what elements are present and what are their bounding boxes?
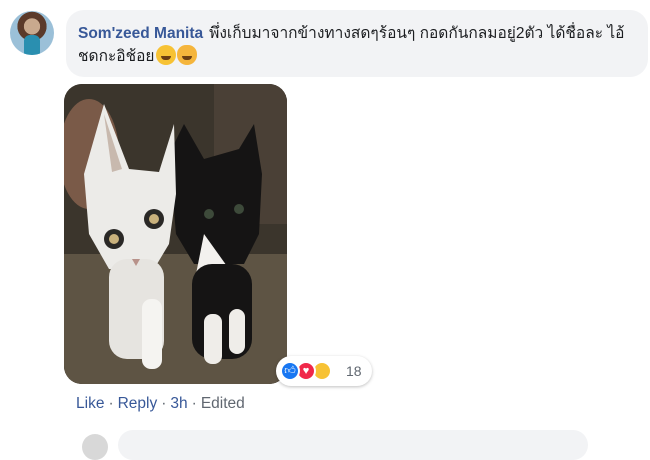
commenter-avatar[interactable]: [10, 11, 54, 55]
comment-timestamp[interactable]: 3h: [170, 395, 187, 412]
action-separator: ·: [108, 395, 114, 412]
reaction-count: 18: [346, 363, 362, 379]
cats-photo-image: [64, 84, 287, 384]
comment-photo[interactable]: [64, 84, 287, 384]
comment-bubble: Som'zeed Manita พึ่งเก็บมาจากข้างทางสดๆร้…: [66, 10, 648, 77]
action-separator: ·: [191, 395, 197, 412]
grinning-face-emoji: [155, 45, 176, 65]
reactions-summary[interactable]: 👍︎ ♥ 18: [276, 356, 372, 386]
comment-actions: Like · Reply · 3h · Edited: [76, 395, 245, 413]
avatar-figure: [24, 35, 40, 55]
reply-input[interactable]: [118, 430, 588, 460]
smiling-cat-emoji: [176, 45, 197, 65]
edited-label[interactable]: Edited: [201, 395, 245, 412]
comment-body: Som'zeed Manita พึ่งเก็บมาจากข้างทางสดๆร้…: [78, 22, 640, 68]
like-icon: 👍︎: [280, 361, 300, 381]
action-separator: ·: [161, 395, 167, 412]
reply-button[interactable]: Reply: [118, 395, 158, 412]
comment-author-link[interactable]: Som'zeed Manita: [78, 25, 203, 42]
like-button[interactable]: Like: [76, 395, 104, 412]
reply-avatar: [82, 434, 108, 460]
